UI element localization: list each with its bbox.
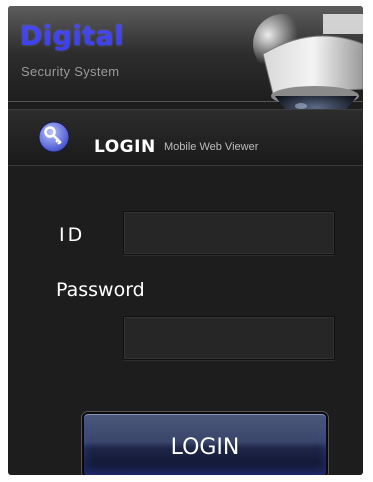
brand-subtitle: Security System [21, 64, 120, 79]
app-header: Digital Security System [8, 6, 363, 125]
password-input[interactable] [123, 316, 335, 360]
login-subtitle: Mobile Web Viewer [164, 141, 259, 153]
id-label: ID [59, 224, 86, 246]
id-input[interactable] [123, 211, 335, 255]
login-title: LOGIN [94, 137, 156, 157]
brand-title: Digital [20, 21, 125, 52]
key-icon [38, 121, 70, 153]
login-button[interactable]: LOGIN [82, 412, 328, 475]
app-frame: Digital Security System LOGIN Mobile Web… [8, 6, 363, 475]
password-label: Password [56, 279, 145, 301]
